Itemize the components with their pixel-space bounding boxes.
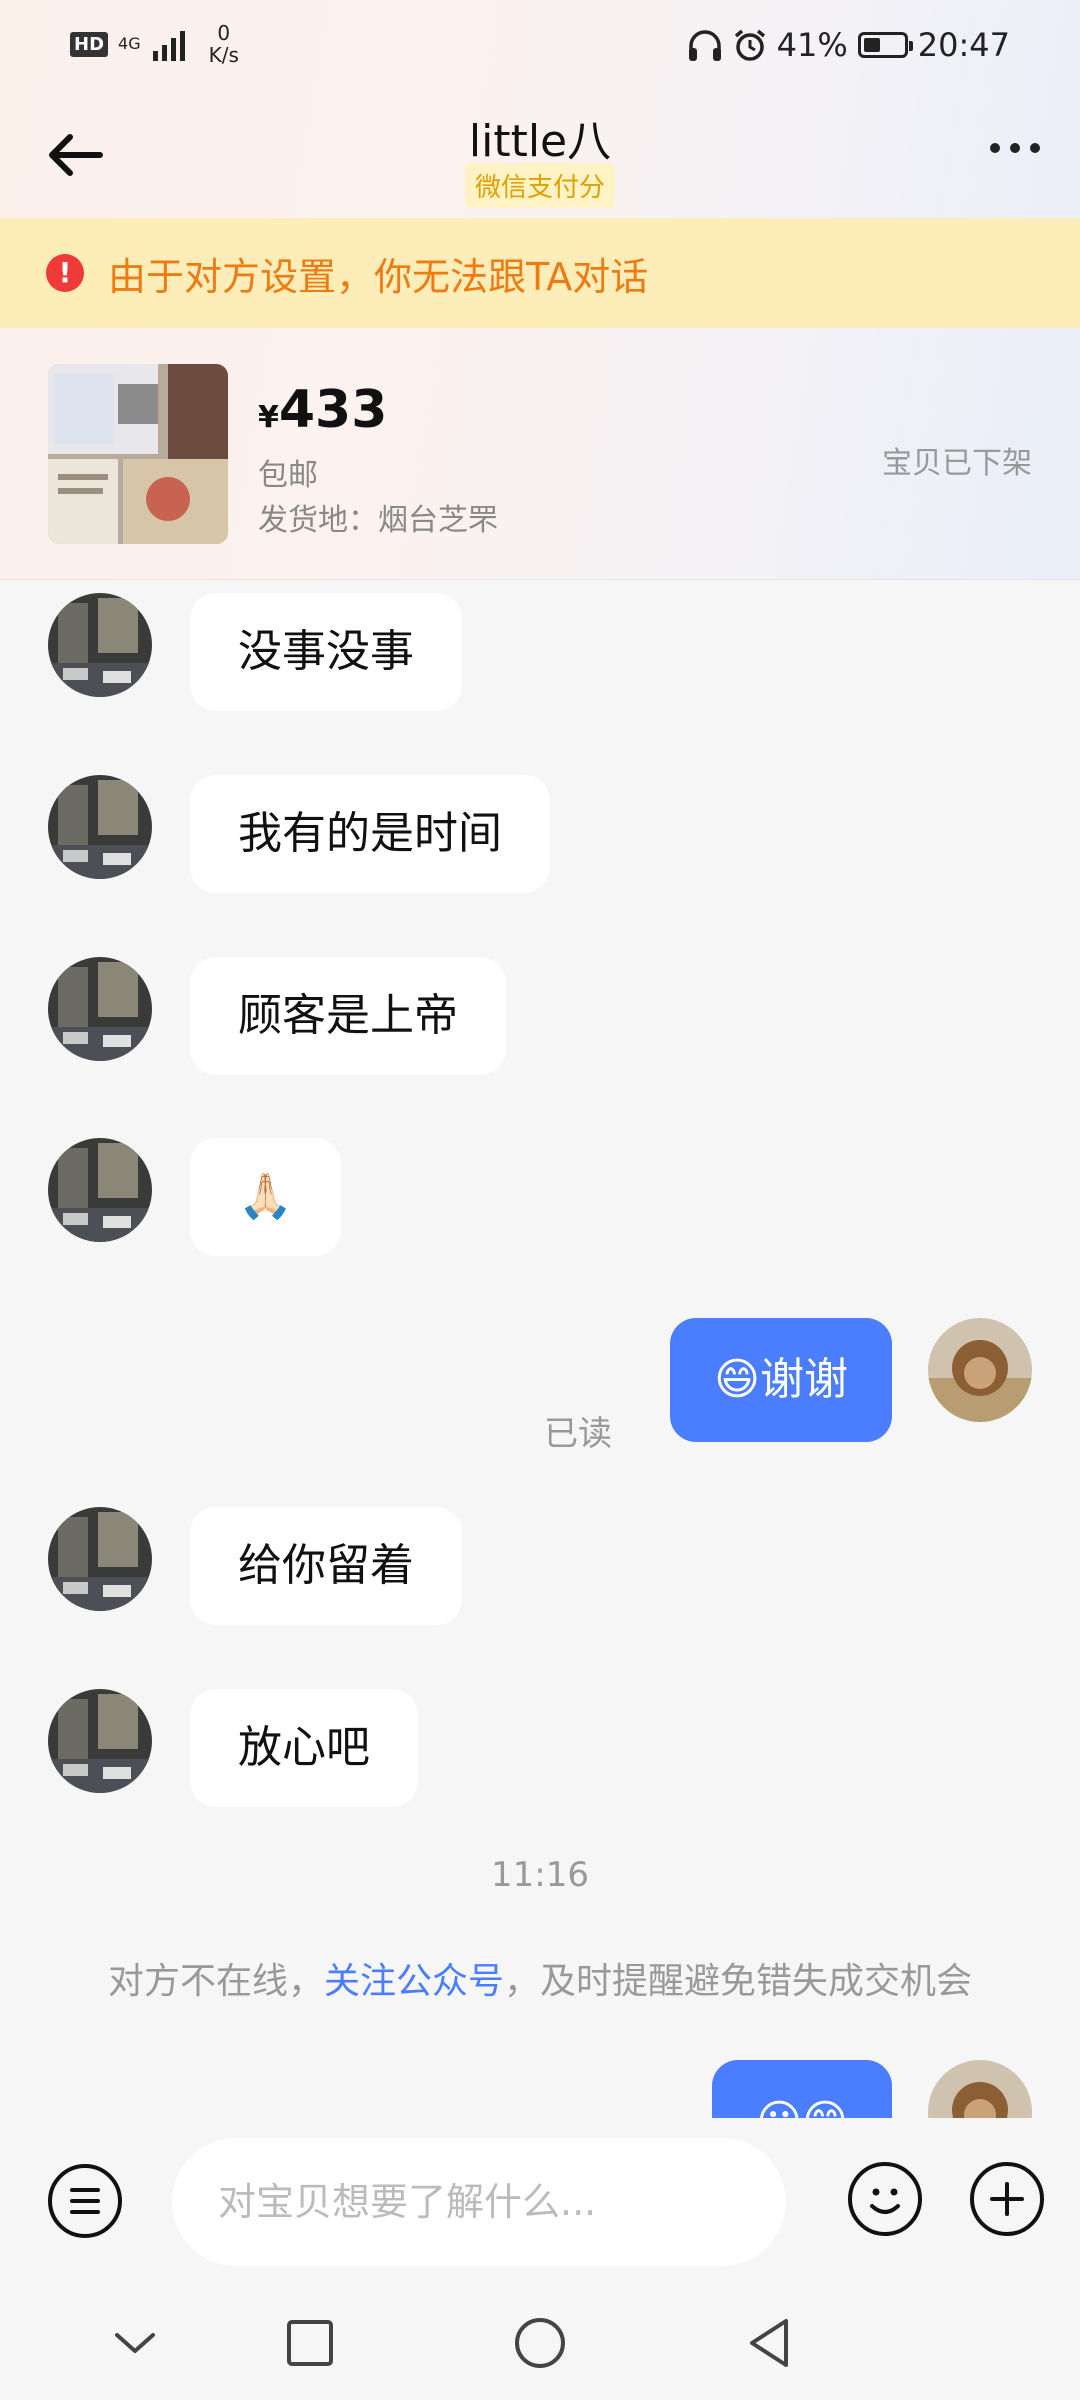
follow-account-link[interactable]: 关注公众号 bbox=[324, 1961, 504, 2002]
message-row: 我有的是时间 bbox=[0, 775, 1080, 895]
message-bubble-sent[interactable]: 😶😊 bbox=[712, 2060, 892, 2118]
product-card[interactable]: ¥433 包邮 发货地：烟台芝罘 宝贝已下架 bbox=[0, 330, 1080, 580]
message-row: 没事没事 bbox=[0, 593, 1080, 713]
ship-origin: 发货地：烟台芝罘 bbox=[258, 503, 498, 538]
message-row: 给你留着 bbox=[0, 1507, 1080, 1627]
seller-avatar[interactable] bbox=[48, 1689, 152, 1793]
input-bar bbox=[0, 2118, 1080, 2283]
message-bubble[interactable]: 🙏🏻 bbox=[190, 1138, 341, 1256]
message-input[interactable] bbox=[172, 2138, 786, 2266]
product-thumbnail[interactable] bbox=[48, 364, 228, 544]
battery-level bbox=[863, 38, 880, 52]
message-bubble[interactable]: 我有的是时间 bbox=[190, 775, 550, 893]
battery-percentage: 41% bbox=[776, 26, 848, 64]
my-avatar[interactable] bbox=[928, 1318, 1032, 1422]
status-bar: HD 4G 0 K/s 41% 20:47 bbox=[0, 0, 1080, 95]
signal-icon bbox=[152, 31, 185, 61]
chat-header: little八 微信支付分 bbox=[0, 95, 1080, 215]
product-status: 宝贝已下架 bbox=[882, 446, 1032, 481]
hd-indicator: HD bbox=[70, 31, 109, 57]
warning-text: 由于对方设置，你无法跟TA对话 bbox=[108, 254, 649, 299]
alert-icon: ! bbox=[46, 254, 84, 292]
home-icon[interactable] bbox=[510, 2313, 570, 2373]
seller-avatar[interactable] bbox=[48, 593, 152, 697]
more-options-icon[interactable] bbox=[990, 143, 1040, 153]
shipping-info: 包邮 bbox=[258, 458, 318, 493]
message-bubble[interactable]: 给你留着 bbox=[190, 1507, 462, 1625]
message-row: 🙏🏻 bbox=[0, 1138, 1080, 1258]
offline-notice: 对方不在线，关注公众号，及时提醒避免错失成交机会 bbox=[107, 1961, 973, 2002]
chevron-down-icon[interactable] bbox=[105, 2313, 165, 2373]
credit-badge[interactable]: 微信支付分 bbox=[464, 163, 615, 208]
message-row: 😄谢谢 已读 bbox=[0, 1318, 1080, 1458]
my-avatar[interactable] bbox=[928, 2060, 1032, 2118]
clock: 20:47 bbox=[917, 26, 1010, 64]
battery-icon bbox=[857, 32, 913, 58]
warning-banner: ! 由于对方设置，你无法跟TA对话 bbox=[0, 218, 1080, 328]
seller-avatar[interactable] bbox=[48, 1507, 152, 1611]
message-row: 😶😊 bbox=[0, 2060, 1080, 2118]
message-bubble[interactable]: 顾客是上帝 bbox=[190, 957, 506, 1075]
alarm-icon bbox=[734, 29, 765, 61]
product-price: ¥433 bbox=[258, 380, 388, 440]
plus-icon[interactable] bbox=[970, 2162, 1044, 2236]
time-divider: 11:16 bbox=[491, 1855, 589, 1895]
seller-avatar[interactable] bbox=[48, 1138, 152, 1242]
network-speed: 0 K/s bbox=[208, 21, 239, 67]
message-row: 顾客是上帝 bbox=[0, 957, 1080, 1077]
seller-avatar[interactable] bbox=[48, 775, 152, 879]
quick-menu-icon[interactable] bbox=[48, 2164, 122, 2238]
message-bubble[interactable]: 没事没事 bbox=[190, 593, 462, 711]
network-indicator: 4G bbox=[118, 34, 141, 53]
seller-avatar[interactable] bbox=[48, 957, 152, 1061]
emoji-icon[interactable] bbox=[848, 2162, 922, 2236]
system-nav-bar bbox=[0, 2283, 1080, 2400]
message-bubble[interactable]: 放心吧 bbox=[190, 1689, 418, 1807]
message-bubble-sent[interactable]: 😄谢谢 bbox=[670, 1318, 892, 1442]
message-row: 放心吧 bbox=[0, 1689, 1080, 1809]
headphone-icon bbox=[688, 30, 721, 61]
read-receipt: 已读 bbox=[544, 1414, 612, 1454]
back-nav-icon[interactable] bbox=[740, 2313, 800, 2373]
recent-apps-icon[interactable] bbox=[280, 2313, 340, 2373]
chat-title: little八 bbox=[468, 116, 612, 167]
